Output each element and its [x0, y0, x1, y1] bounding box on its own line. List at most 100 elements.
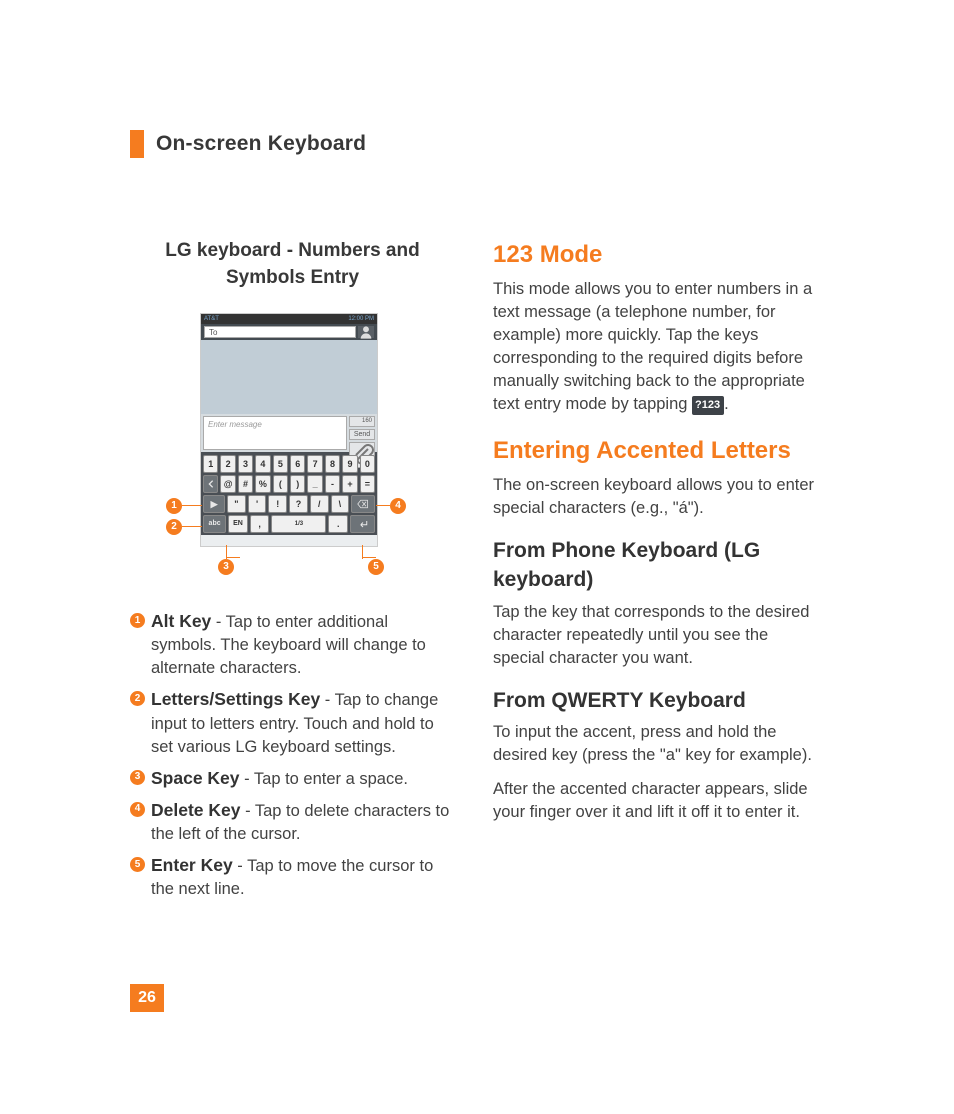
send-button: Send: [349, 429, 375, 441]
right-column: 123 Mode This mode allows you to enter n…: [493, 238, 818, 908]
page-number: 26: [130, 984, 164, 1012]
legend-num: 4: [130, 802, 145, 817]
carrier-label: AT&T: [204, 315, 219, 323]
legend-list: 1 Alt Key - Tap to enter additional symb…: [130, 609, 455, 901]
key-plus: +: [342, 475, 357, 493]
legend-title: Space Key: [151, 768, 240, 788]
legend-title: Letters/Settings Key: [151, 689, 320, 709]
header-accent: [130, 130, 144, 158]
dot-key: .: [328, 515, 348, 533]
leader-3h: [226, 557, 240, 558]
leader-2: [182, 526, 202, 527]
legend-item: 1 Alt Key - Tap to enter additional symb…: [130, 609, 455, 680]
legend-text: Letters/Settings Key - Tap to change inp…: [151, 687, 455, 758]
heading-accented: Entering Accented Letters: [493, 434, 818, 468]
compose-side: 160 Send: [349, 416, 375, 450]
kbd-row-2: @ # % ( ) _ - + =: [203, 475, 375, 493]
key-lparen: (: [273, 475, 288, 493]
legend-desc: - Tap to enter a space.: [240, 770, 408, 788]
key-eq: =: [360, 475, 375, 493]
section-title: On-screen Keyboard: [156, 132, 366, 156]
paragraph: After the accented character appears, sl…: [493, 778, 818, 824]
paragraph: The on-screen keyboard allows you to ent…: [493, 474, 818, 520]
phone-figure: AT&T 12:00 PM To Enter message 160: [130, 313, 455, 573]
key-7: 7: [307, 455, 322, 473]
lang-key: EN: [228, 515, 248, 533]
key-sq: ': [248, 495, 267, 513]
callout-1: 1: [166, 498, 182, 514]
mode-key-icon: ?123: [692, 396, 724, 415]
key-at: @: [220, 475, 235, 493]
key-slash: /: [310, 495, 329, 513]
compose-input: Enter message: [203, 416, 347, 450]
paragraph: To input the accent, press and hold the …: [493, 721, 818, 767]
key-underscore: _: [307, 475, 322, 493]
kbd-row-4: abc EN , 1/3 .: [203, 515, 375, 533]
phone-mockup: AT&T 12:00 PM To Enter message 160: [200, 313, 378, 547]
leader-5h: [362, 557, 376, 558]
key-pct: %: [255, 475, 270, 493]
legend-text: Delete Key - Tap to delete characters to…: [151, 798, 455, 846]
key-rparen: ): [290, 475, 305, 493]
key-5: 5: [273, 455, 288, 473]
phone-statusbar: AT&T 12:00 PM: [201, 314, 377, 324]
left-column: LG keyboard - Numbers and Symbols Entry …: [130, 238, 455, 908]
legend-num: 3: [130, 770, 145, 785]
key-bang: !: [268, 495, 287, 513]
char-count: 160: [349, 416, 375, 426]
virtual-keyboard: 1 2 3 4 5 6 7 8 9 0: [201, 452, 377, 535]
kbd-row-3: ▶ " ' ! ? / \: [203, 495, 375, 513]
section-header: On-screen Keyboard: [130, 130, 864, 158]
phone-to-row: To: [201, 324, 377, 340]
add-contact-icon: [358, 326, 374, 338]
leader-3v: [226, 545, 227, 559]
legend-item: 3 Space Key - Tap to enter a space.: [130, 766, 455, 791]
caret-left-icon: [203, 475, 218, 493]
key-8: 8: [325, 455, 340, 473]
key-4: 4: [255, 455, 270, 473]
enter-key: [350, 515, 375, 533]
legend-title: Alt Key: [151, 611, 211, 631]
paragraph: This mode allows you to enter numbers in…: [493, 278, 818, 417]
space-key: 1/3: [271, 515, 326, 533]
time-label: 12:00 PM: [348, 315, 374, 323]
key-dq: ": [227, 495, 246, 513]
paragraph-tail: .: [724, 395, 729, 413]
key-6: 6: [290, 455, 305, 473]
legend-num: 5: [130, 857, 145, 872]
subheading-phone-kbd: From Phone Keyboard (LG keyboard): [493, 536, 818, 595]
heading-123-mode: 123 Mode: [493, 238, 818, 272]
legend-text: Enter Key - Tap to move the cursor to th…: [151, 853, 455, 901]
comma-key: ,: [250, 515, 270, 533]
key-3: 3: [238, 455, 253, 473]
key-bslash: \: [331, 495, 350, 513]
callout-2: 2: [166, 519, 182, 535]
legend-text: Space Key - Tap to enter a space.: [151, 766, 455, 791]
leader-4: [376, 505, 390, 506]
callout-4: 4: [390, 498, 406, 514]
callout-5: 5: [368, 559, 384, 575]
legend-num: 2: [130, 691, 145, 706]
key-9: 9: [342, 455, 357, 473]
key-dash: -: [325, 475, 340, 493]
to-field: To: [204, 326, 356, 338]
figure-title: LG keyboard - Numbers and Symbols Entry: [130, 238, 455, 291]
legend-item: 2 Letters/Settings Key - Tap to change i…: [130, 687, 455, 758]
leader-5v: [362, 545, 363, 559]
legend-item: 5 Enter Key - Tap to move the cursor to …: [130, 853, 455, 901]
delete-key: [351, 495, 375, 513]
legend-item: 4 Delete Key - Tap to delete characters …: [130, 798, 455, 846]
manual-page: On-screen Keyboard LG keyboard - Numbers…: [0, 0, 954, 908]
legend-num: 1: [130, 613, 145, 628]
key-0: 0: [360, 455, 375, 473]
paragraph-text: This mode allows you to enter numbers in…: [493, 280, 812, 413]
alt-key: ▶: [203, 495, 225, 513]
callout-3: 3: [218, 559, 234, 575]
legend-title: Delete Key: [151, 800, 241, 820]
legend-title: Enter Key: [151, 855, 233, 875]
subheading-qwerty: From QWERTY Keyboard: [493, 686, 818, 715]
key-1: 1: [203, 455, 218, 473]
leader-1: [182, 505, 202, 506]
key-hash: #: [238, 475, 253, 493]
paragraph: Tap the key that corresponds to the desi…: [493, 601, 818, 670]
